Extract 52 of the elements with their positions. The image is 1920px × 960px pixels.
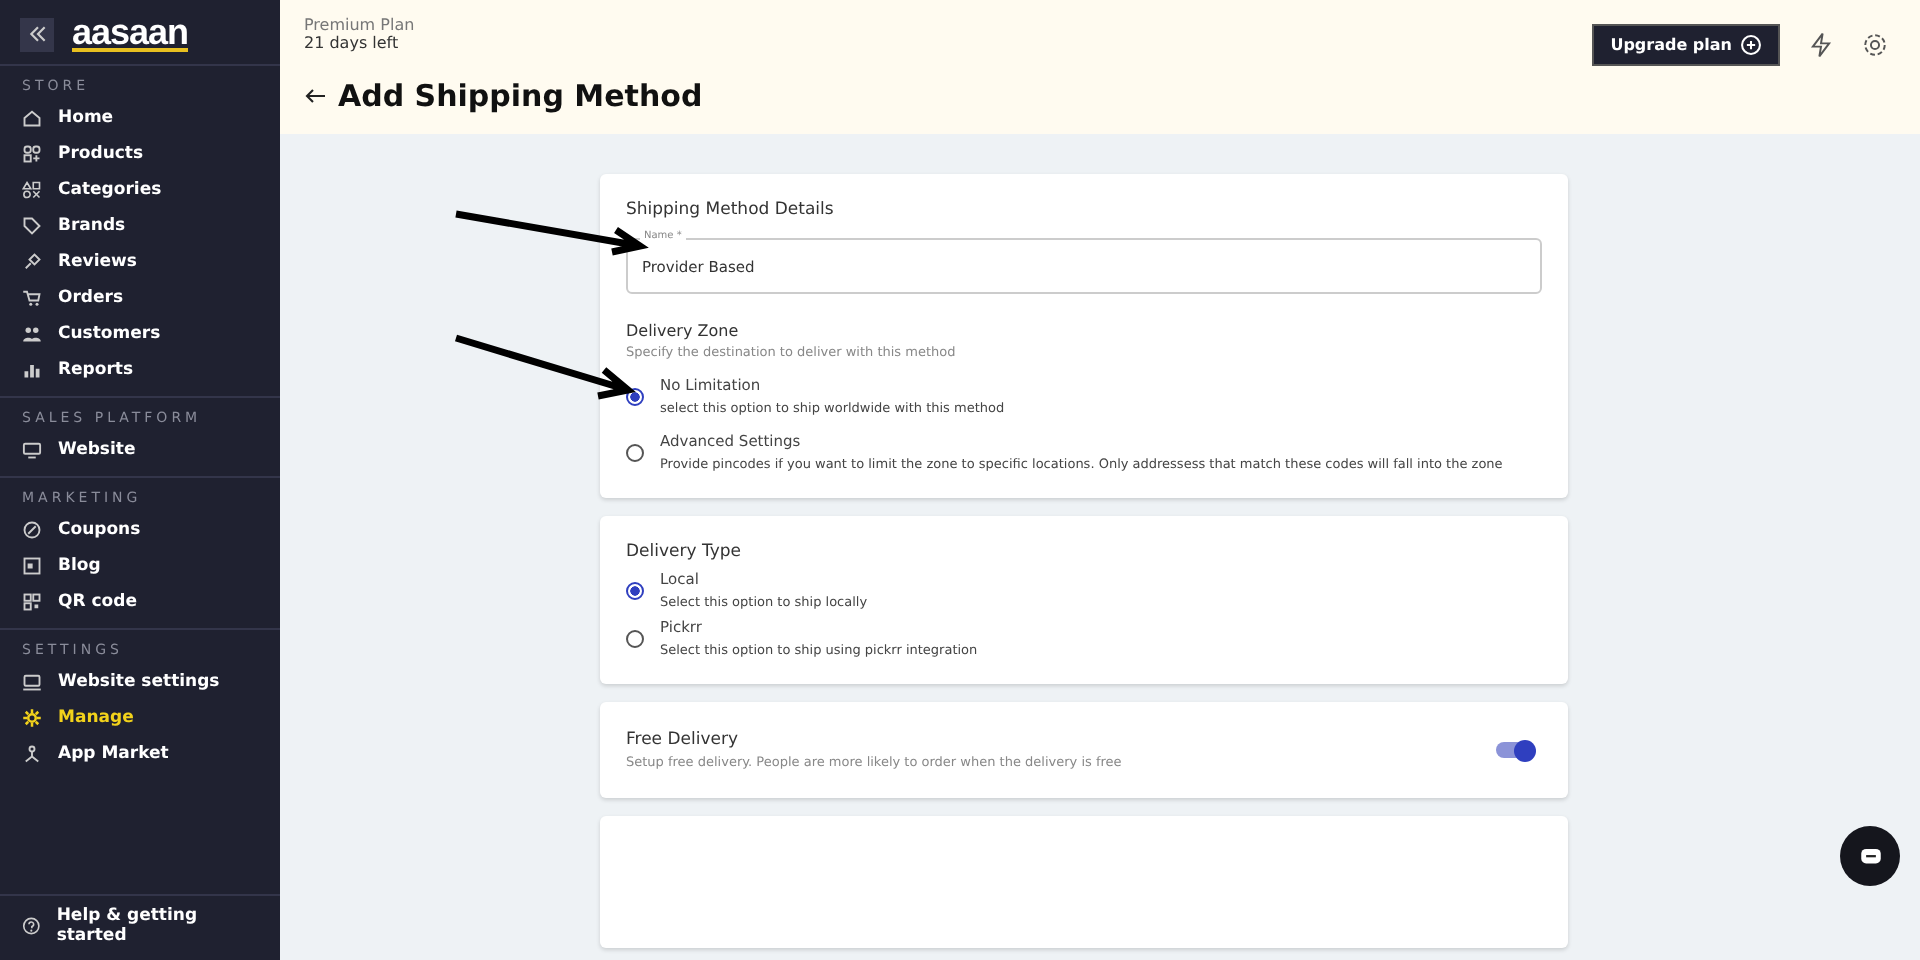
- section-heading: Delivery Zone: [626, 322, 741, 340]
- page-title: Add Shipping Method: [338, 78, 703, 114]
- radio-button[interactable]: [626, 581, 644, 599]
- radio-button[interactable]: [626, 443, 644, 461]
- nav-item[interactable]: Website settings: [0, 664, 280, 700]
- nav-item[interactable]: Coupons: [0, 512, 280, 548]
- nav-item[interactable]: Manage: [0, 700, 280, 736]
- collapse-sidebar-button[interactable]: [20, 17, 54, 51]
- upgrade-plan-button[interactable]: Upgrade plan: [1592, 24, 1780, 66]
- plus-circle-icon: [1740, 34, 1762, 56]
- nav-icon: [22, 324, 42, 344]
- nav-item[interactable]: Brands: [0, 208, 280, 244]
- nav-item[interactable]: Reviews: [0, 244, 280, 280]
- nav-icon: [22, 108, 42, 128]
- nav-icon: [22, 360, 42, 380]
- help-icon: [22, 916, 41, 936]
- nav-icon: [22, 556, 42, 576]
- plan-name: Premium Plan: [304, 16, 415, 34]
- chat-icon: [1857, 843, 1883, 869]
- radio-button[interactable]: [626, 629, 644, 647]
- nav-icon: [22, 216, 42, 236]
- days-left: 21 days left: [304, 34, 401, 52]
- nav-item[interactable]: Products: [0, 136, 280, 172]
- card-heading: Delivery Type: [626, 542, 744, 562]
- logo: aasaan: [72, 16, 189, 52]
- nav-icon: [22, 592, 42, 612]
- nav-icon: [22, 744, 42, 764]
- settings-icon[interactable]: [1862, 32, 1888, 58]
- lightning-icon[interactable]: [1808, 32, 1834, 58]
- nav-item[interactable]: Customers: [0, 316, 280, 352]
- card-heading: Shipping Method Details: [626, 200, 836, 220]
- nav-item[interactable]: Website: [0, 432, 280, 468]
- nav-icon: [22, 252, 42, 272]
- nav-icon: [22, 672, 42, 692]
- card-heading: Free Delivery: [626, 730, 741, 750]
- nav-icon: [22, 144, 42, 164]
- nav-icon: [22, 520, 42, 540]
- nav-icon: [22, 288, 42, 308]
- nav-item[interactable]: Home: [0, 100, 280, 136]
- nav-item[interactable]: Reports: [0, 352, 280, 388]
- toggle-switch[interactable]: [1496, 742, 1532, 758]
- nav-item[interactable]: Blog: [0, 548, 280, 584]
- nav-item[interactable]: App Market: [0, 736, 280, 772]
- nav-item[interactable]: QR code: [0, 584, 280, 620]
- nav-icon: [22, 708, 42, 728]
- nav-icon: [22, 440, 42, 460]
- double-chevron-icon: [27, 24, 47, 44]
- nav-item[interactable]: Orders: [0, 280, 280, 316]
- nav-icon: [22, 180, 42, 200]
- chat-button[interactable]: [1840, 826, 1900, 886]
- back-arrow-icon[interactable]: [304, 84, 328, 108]
- nav-item[interactable]: Categories: [0, 172, 280, 208]
